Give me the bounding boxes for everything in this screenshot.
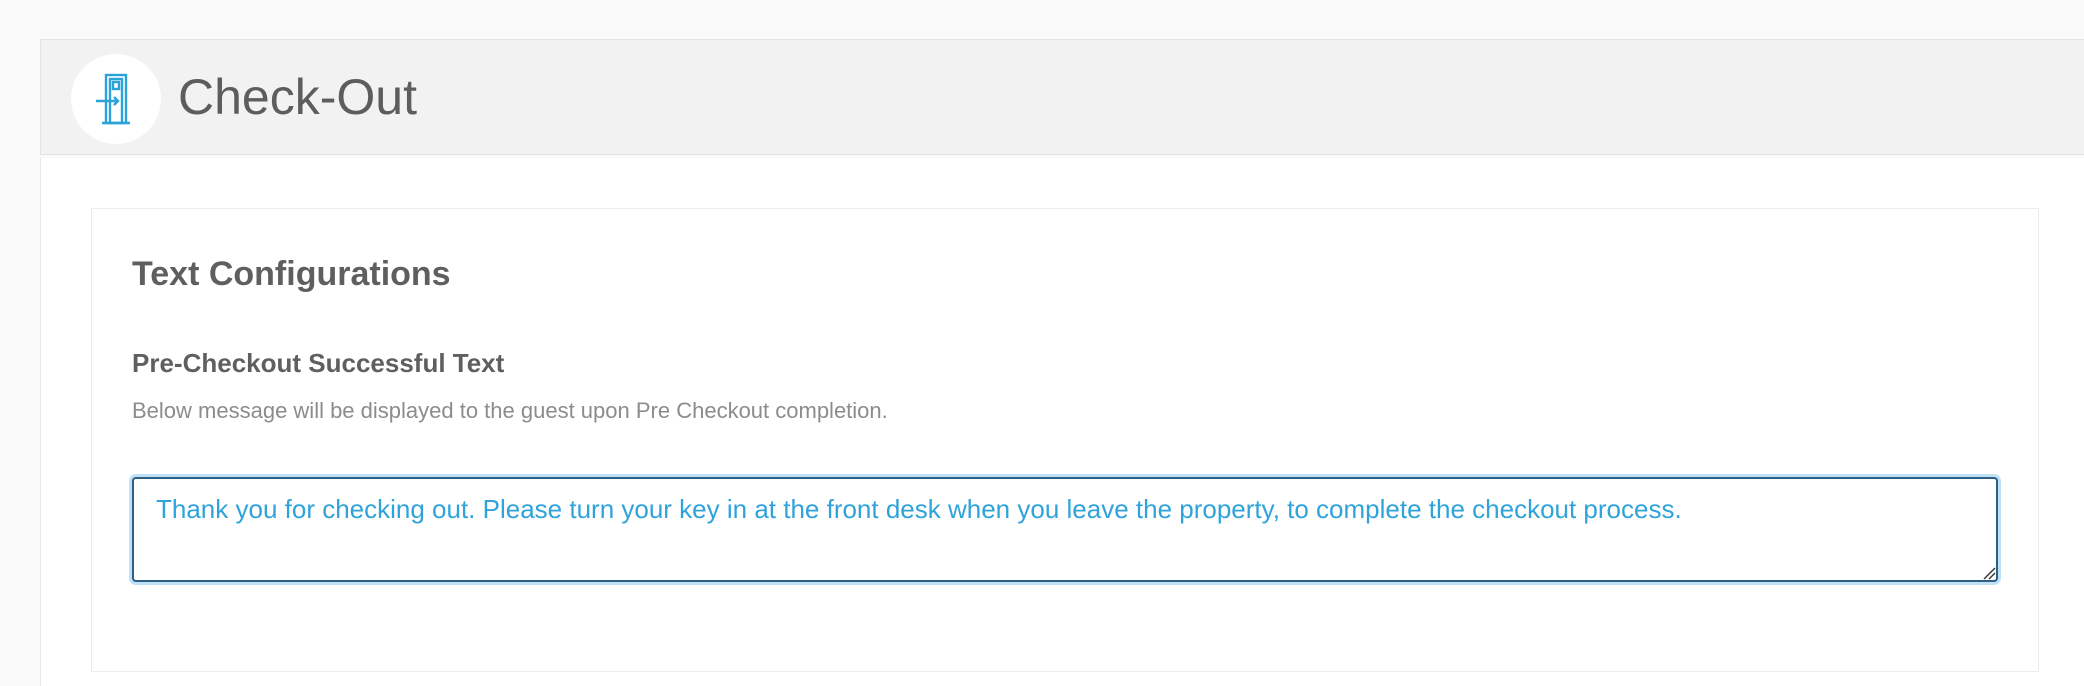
- pre-checkout-text-input[interactable]: Thank you for checking out. Please turn …: [132, 477, 1998, 582]
- resize-handle-icon[interactable]: [1982, 566, 1996, 580]
- main-content: Text Configurations Pre-Checkout Success…: [40, 158, 2084, 686]
- pre-checkout-text-label: Pre-Checkout Successful Text: [132, 348, 505, 378]
- text-configurations-card: Text Configurations Pre-Checkout Success…: [91, 208, 2039, 672]
- door-exit-icon: [96, 73, 130, 125]
- page-title: Check-Out: [178, 69, 417, 125]
- section-title: Text Configurations: [132, 255, 451, 293]
- pre-checkout-text-help: Below message will be displayed to the g…: [132, 398, 888, 423]
- page: Check-Out Text Configurations Pre-Checko…: [0, 0, 2084, 686]
- header-icon-badge: [71, 54, 161, 144]
- page-header: Check-Out: [40, 39, 2084, 155]
